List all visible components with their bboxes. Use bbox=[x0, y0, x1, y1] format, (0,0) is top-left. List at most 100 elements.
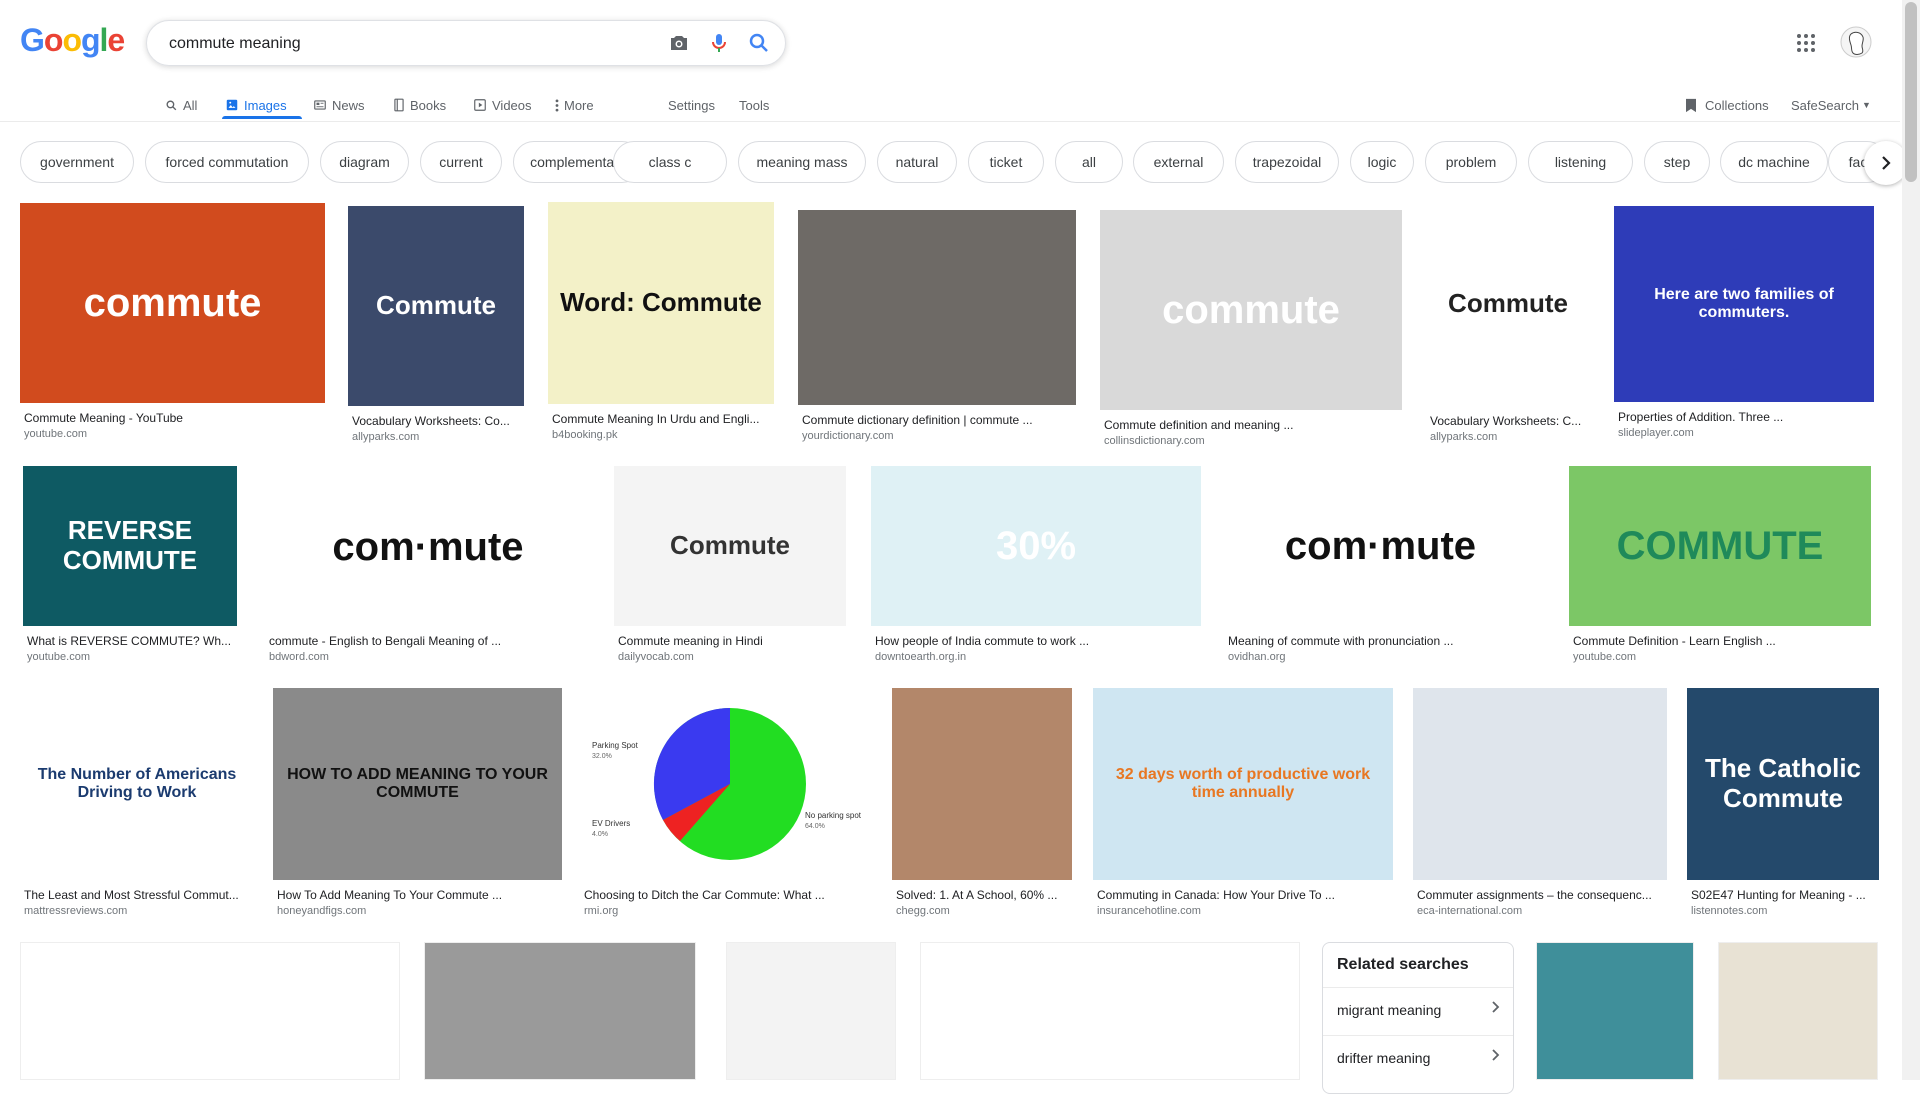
image-result[interactable]: Commute dictionary definition | commute … bbox=[798, 210, 1076, 457]
apps-grid-icon[interactable] bbox=[1796, 33, 1816, 53]
result-thumbnail[interactable]: Commute bbox=[614, 466, 846, 626]
safesearch-dropdown[interactable]: SafeSearch ▼ bbox=[1791, 90, 1871, 120]
chip-logic[interactable]: logic bbox=[1350, 141, 1414, 183]
result-title[interactable]: S02E47 Hunting for Meaning - ... bbox=[1691, 888, 1875, 902]
chip-meaning-mass[interactable]: meaning mass bbox=[738, 141, 866, 183]
result-title[interactable]: Solved: 1. At A School, 60% ... bbox=[896, 888, 1068, 902]
result-title[interactable]: Commute Meaning - YouTube bbox=[24, 411, 321, 425]
result-thumbnail[interactable]: Here are two families of commuters. bbox=[1614, 206, 1874, 402]
result-title[interactable]: Commute meaning in Hindi bbox=[618, 634, 842, 648]
result-title[interactable]: Meaning of commute with pronunciation ..… bbox=[1228, 634, 1533, 648]
result-title[interactable]: The Least and Most Stressful Commut... bbox=[24, 888, 250, 902]
result-thumbnail[interactable] bbox=[798, 210, 1076, 405]
result-title[interactable]: Commute dictionary definition | commute … bbox=[802, 413, 1072, 427]
tab-videos[interactable]: Videos bbox=[473, 90, 532, 120]
chip-natural[interactable]: natural bbox=[877, 141, 957, 183]
result-title[interactable]: Choosing to Ditch the Car Commute: What … bbox=[584, 888, 869, 902]
image-result[interactable]: The Number of Americans Driving to Work T… bbox=[20, 688, 254, 932]
chip-government[interactable]: government bbox=[20, 141, 134, 183]
result-title[interactable]: Commute definition and meaning ... bbox=[1104, 418, 1398, 432]
result-title[interactable]: Commute Meaning In Urdu and Engli... bbox=[552, 412, 770, 426]
result-thumbnail[interactable]: Word: Commute bbox=[548, 202, 774, 404]
chip-problem[interactable]: problem bbox=[1425, 141, 1517, 183]
result-title[interactable]: Vocabulary Worksheets: Co... bbox=[352, 414, 520, 428]
result-thumbnail[interactable]: commute bbox=[20, 203, 325, 403]
result-thumbnail[interactable]: 30% bbox=[871, 466, 1201, 626]
collections-link[interactable]: Collections bbox=[1685, 90, 1769, 120]
camera-icon[interactable] bbox=[667, 31, 691, 55]
image-result[interactable] bbox=[424, 942, 696, 1080]
related-item[interactable]: drifter meaning bbox=[1323, 1035, 1513, 1082]
result-thumbnail[interactable]: Commute bbox=[1426, 202, 1590, 406]
result-thumbnail[interactable]: com·mute bbox=[1224, 466, 1537, 626]
image-result[interactable] bbox=[726, 942, 896, 1080]
result-title[interactable]: Commuter assignments – the consequenc... bbox=[1417, 888, 1663, 902]
search-box[interactable] bbox=[146, 20, 786, 66]
result-thumbnail[interactable]: The Catholic Commute bbox=[1687, 688, 1879, 880]
image-result[interactable]: REVERSE COMMUTE What is REVERSE COMMUTE? … bbox=[23, 466, 237, 678]
result-title[interactable]: Vocabulary Worksheets: C... bbox=[1430, 414, 1586, 428]
image-result[interactable]: 32 days worth of productive work time an… bbox=[1093, 688, 1393, 932]
chip-dc-machine[interactable]: dc machine bbox=[1720, 141, 1828, 183]
image-result[interactable] bbox=[1718, 942, 1878, 1080]
tab-books[interactable]: Books bbox=[393, 90, 446, 120]
image-result[interactable]: Solved: 1. At A School, 60% ... chegg.com bbox=[892, 688, 1072, 932]
result-title[interactable]: Properties of Addition. Three ... bbox=[1618, 410, 1870, 424]
tab-settings[interactable]: Settings bbox=[668, 90, 715, 120]
related-item[interactable]: migrant meaning bbox=[1323, 987, 1513, 1034]
search-input[interactable] bbox=[167, 31, 631, 57]
image-result[interactable]: com·mute Meaning of commute with pronunci… bbox=[1224, 466, 1537, 678]
image-result[interactable]: commute Commute definition and meaning ..… bbox=[1100, 210, 1402, 462]
search-icon[interactable] bbox=[747, 31, 771, 55]
image-result[interactable]: HOW TO ADD MEANING TO YOUR COMMUTE How To… bbox=[273, 688, 562, 932]
image-result[interactable] bbox=[20, 942, 400, 1080]
chip-class-c[interactable]: class c bbox=[613, 141, 727, 183]
result-thumbnail[interactable]: REVERSE COMMUTE bbox=[23, 466, 237, 626]
image-result[interactable]: COMMUTE Commute Definition - Learn Englis… bbox=[1569, 466, 1871, 678]
result-thumbnail[interactable]: The Number of Americans Driving to Work bbox=[20, 688, 254, 880]
chip-external[interactable]: external bbox=[1133, 141, 1224, 183]
image-result[interactable]: Commute Commute meaning in Hindi dailyvoca… bbox=[614, 466, 846, 678]
image-result[interactable]: Commute Vocabulary Worksheets: Co... allyp… bbox=[348, 206, 524, 458]
image-result[interactable]: Word: Commute Commute Meaning In Urdu and… bbox=[548, 202, 774, 456]
chip-ticket[interactable]: ticket bbox=[968, 141, 1044, 183]
chip-trapezoidal[interactable]: trapezoidal bbox=[1235, 141, 1339, 183]
chip-all[interactable]: all bbox=[1055, 141, 1123, 183]
image-result[interactable]: Here are two families of commuters. Prope… bbox=[1614, 206, 1874, 454]
result-thumbnail[interactable]: commute bbox=[1100, 210, 1402, 410]
result-thumbnail[interactable]: HOW TO ADD MEANING TO YOUR COMMUTE bbox=[273, 688, 562, 880]
result-thumbnail[interactable]: com·mute bbox=[265, 468, 591, 626]
image-result[interactable] bbox=[1536, 942, 1694, 1080]
chip-diagram[interactable]: diagram bbox=[320, 141, 409, 183]
result-title[interactable]: Commute Definition - Learn English ... bbox=[1573, 634, 1867, 648]
chip-step[interactable]: step bbox=[1644, 141, 1710, 183]
result-thumbnail[interactable] bbox=[892, 688, 1072, 880]
chip-current[interactable]: current bbox=[420, 141, 502, 183]
google-logo[interactable]: Google bbox=[20, 22, 125, 59]
result-title[interactable]: How people of India commute to work ... bbox=[875, 634, 1197, 648]
result-thumbnail[interactable]: 32 days worth of productive work time an… bbox=[1093, 688, 1393, 880]
image-result[interactable]: 30% How people of India commute to work .… bbox=[871, 466, 1201, 678]
image-result[interactable]: Commute Vocabulary Worksheets: C... allypa… bbox=[1426, 202, 1590, 458]
tab-more[interactable]: More bbox=[555, 90, 594, 120]
result-title[interactable]: Commuting in Canada: How Your Drive To .… bbox=[1097, 888, 1389, 902]
result-thumbnail[interactable]: COMMUTE bbox=[1569, 466, 1871, 626]
tab-tools[interactable]: Tools bbox=[739, 90, 769, 120]
image-result[interactable]: The Catholic Commute S02E47 Hunting for M… bbox=[1687, 688, 1879, 932]
microphone-icon[interactable] bbox=[707, 31, 731, 55]
chip-listening[interactable]: listening bbox=[1528, 141, 1633, 183]
result-thumbnail[interactable]: Commute bbox=[348, 206, 524, 406]
result-title[interactable]: What is REVERSE COMMUTE? Wh... bbox=[27, 634, 233, 648]
image-result[interactable]: Parking Spot 32.0% EV Drivers 4.0% No parkin… bbox=[580, 688, 873, 932]
result-title[interactable]: commute - English to Bengali Meaning of … bbox=[269, 634, 587, 648]
result-thumbnail[interactable]: Parking Spot 32.0% EV Drivers 4.0% No parkin… bbox=[580, 688, 873, 880]
scrollbar-thumb[interactable] bbox=[1905, 2, 1917, 182]
image-result[interactable] bbox=[920, 942, 1300, 1080]
result-thumbnail[interactable] bbox=[1413, 688, 1667, 880]
image-result[interactable]: com·mute commute - English to Bengali Mea… bbox=[265, 468, 591, 678]
account-avatar-icon[interactable] bbox=[1840, 26, 1872, 58]
chip-forced-commutation[interactable]: forced commutation bbox=[145, 141, 309, 183]
tab-news[interactable]: News bbox=[313, 90, 365, 120]
result-title[interactable]: How To Add Meaning To Your Commute ... bbox=[277, 888, 558, 902]
tab-all[interactable]: All bbox=[165, 90, 197, 120]
